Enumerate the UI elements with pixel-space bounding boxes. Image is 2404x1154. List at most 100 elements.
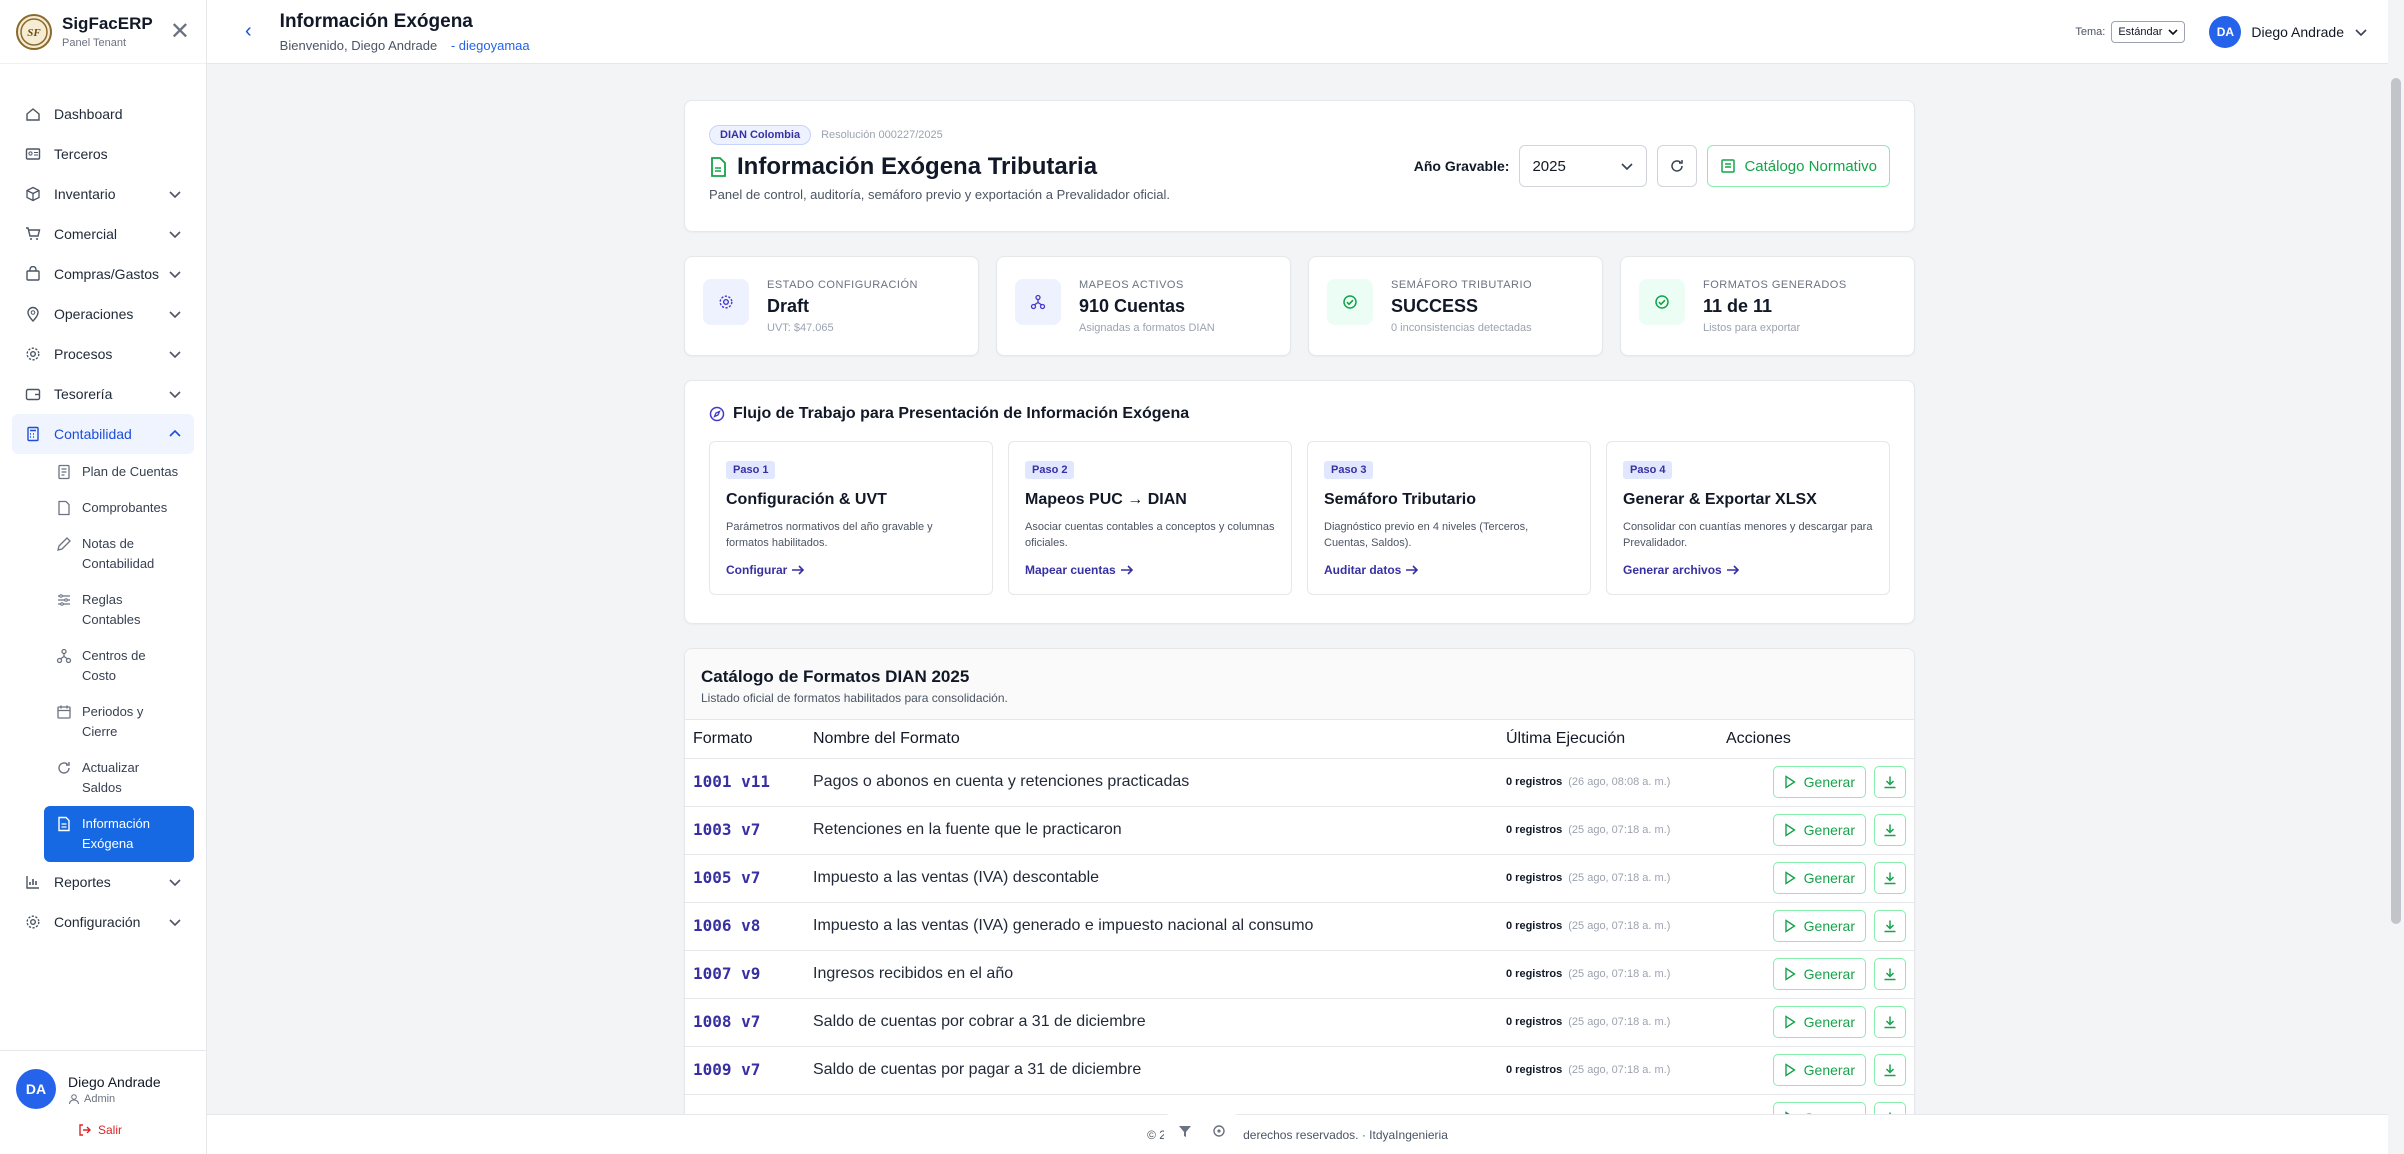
table-row: 1001 v11 Pagos o abonos en cuenta y reten… [685, 758, 1914, 807]
table-header-row: Formato Nombre del Formato Última Ejecuc… [685, 720, 1914, 759]
sidebar: SF SigFacERP Panel Tenant ✕ Dashboard Ter… [0, 0, 207, 1154]
sidebar-subitem-centros-de-costo[interactable]: Centros de Costo [44, 638, 194, 694]
step-title: Configuración & UVT [726, 491, 887, 508]
stat-card-formatos-generados: FORMATOS GENERADOS 11 de 11 Listos para ex… [1620, 256, 1915, 356]
generate-button[interactable]: Generar [1772, 862, 1866, 894]
record-count: 0 registros [1506, 1016, 1563, 1028]
step-link[interactable]: Auditar datos [1324, 563, 1574, 577]
sidebar-item-compras-gastos[interactable]: Compras/Gastos [0, 254, 206, 294]
format-name: Retenciones en la fuente que le practica… [805, 806, 1498, 855]
sidebar-item-operaciones[interactable]: Operaciones [0, 294, 206, 334]
download-button[interactable] [1874, 766, 1906, 798]
target-icon[interactable] [1202, 1117, 1236, 1145]
catalog-button[interactable]: Catálogo Normativo [1707, 145, 1890, 187]
page-scrollbar[interactable] [2388, 64, 2404, 1114]
step-link[interactable]: Configurar [726, 563, 976, 577]
sidebar-subitem-label: Centros de Costo [82, 648, 146, 683]
filter-icon[interactable] [1168, 1117, 1202, 1145]
download-icon [1883, 823, 1897, 837]
stat-value: 910 Cuentas [1079, 296, 1186, 316]
sidebar-subitem-informacion-exogena[interactable]: Información Exógena [44, 806, 194, 862]
play-icon [1784, 967, 1796, 981]
year-select-value: 2025 [1532, 157, 1566, 175]
arrow-right-icon [787, 564, 805, 576]
download-icon [1883, 919, 1897, 933]
wallet-icon [24, 385, 42, 403]
theme-select[interactable]: Estándar [2111, 20, 2186, 43]
home-icon [24, 105, 42, 123]
stat-subtext: Listos para exportar [1703, 322, 1801, 334]
user-handle-link[interactable]: - diegoyamaa [451, 38, 530, 53]
chevron-down-icon [168, 347, 182, 361]
catalog-subtitle: Listado oficial de formatos habilitados … [701, 691, 1008, 705]
sidebar-item-comercial[interactable]: Comercial [0, 214, 206, 254]
table-row: 1008 v7 Saldo de cuentas por cobrar a 31 … [685, 998, 1914, 1047]
sidebar-subitem-plan-de-cuentas[interactable]: Plan de Cuentas [44, 454, 194, 490]
header-avatar[interactable]: DA [2209, 15, 2242, 48]
generate-button[interactable]: Generar [1772, 1054, 1866, 1086]
sidebar-subitem-actualizar-saldos[interactable]: Actualizar Saldos [44, 750, 194, 806]
stat-value: 11 de 11 [1703, 296, 1773, 316]
sidebar-subitem-notas-de-contabilidad[interactable]: Notas de Contabilidad [44, 526, 194, 582]
sidebar-item-reportes[interactable]: Reportes [0, 862, 206, 902]
workflow-card: Flujo de Trabajo para Presentación de In… [684, 380, 1915, 624]
cart-icon [24, 225, 42, 243]
logout-button[interactable]: Salir [16, 1123, 190, 1137]
download-button[interactable] [1874, 910, 1906, 942]
scrollbar-thumb[interactable] [2391, 78, 2401, 924]
year-select[interactable]: 2025 [1519, 145, 1648, 187]
step-description: Parámetros normativos del año gravable y… [726, 521, 933, 549]
download-button[interactable] [1874, 958, 1906, 990]
chevron-down-icon [168, 227, 182, 241]
sidebar-item-terceros[interactable]: Terceros [0, 134, 206, 174]
sidebar-item-procesos[interactable]: Procesos [0, 334, 206, 374]
sidebar-subitem-label: Periodos y Cierre [82, 704, 144, 739]
generate-button[interactable]: Generar [1772, 766, 1866, 798]
user-icon [69, 1093, 79, 1104]
download-button[interactable] [1874, 814, 1906, 846]
play-icon [1784, 1015, 1796, 1029]
file-icon [56, 816, 72, 832]
sidebar-item-inventario[interactable]: Inventario [0, 174, 206, 214]
pin-icon [24, 305, 42, 323]
catalog-card: Catálogo de Formatos DIAN 2025 Listado o… [684, 648, 1915, 1128]
generate-button[interactable]: Generar [1772, 1006, 1866, 1038]
sidebar-subitem-reglas-contables[interactable]: Reglas Contables [44, 582, 194, 638]
download-button[interactable] [1874, 1054, 1906, 1086]
header-user-name[interactable]: Diego Andrade [2251, 24, 2344, 40]
gear-icon [24, 345, 42, 363]
play-icon [1784, 823, 1796, 837]
generate-button[interactable]: Generar [1772, 958, 1866, 990]
generate-button[interactable]: Generar [1772, 814, 1866, 846]
theme-select-value: Estándar [2118, 25, 2163, 38]
close-sidebar-icon[interactable]: ✕ [170, 19, 190, 44]
back-chevron-icon[interactable]: ‹ [245, 20, 252, 43]
download-button[interactable] [1874, 1006, 1906, 1038]
step-link-label: Auditar datos [1324, 563, 1402, 577]
main-content: DIAN Colombia Resolución 000227/2025 Inf… [684, 100, 1915, 1128]
step-title: Mapeos PUC → DIAN [1025, 491, 1187, 508]
sidebar-subitem-comprobantes[interactable]: Comprobantes [44, 490, 194, 526]
sidebar-item-dashboard[interactable]: Dashboard [0, 94, 206, 134]
step-link[interactable]: Mapear cuentas [1025, 563, 1275, 577]
user-avatar[interactable]: DA [16, 1069, 56, 1109]
receipt-icon [56, 500, 72, 516]
download-button[interactable] [1874, 862, 1906, 894]
stat-subtext: Asignadas a formatos DIAN [1079, 322, 1215, 334]
stat-label: SEMÁFORO TRIBUTARIO [1391, 279, 1533, 291]
generate-button[interactable]: Generar [1772, 910, 1866, 942]
workflow-step: Paso 3 Semáforo Tributario Diagnóstico pre… [1307, 441, 1591, 595]
sidebar-item-contabilidad[interactable]: Contabilidad [12, 414, 194, 454]
step-link[interactable]: Generar archivos [1623, 563, 1873, 577]
catalog-button-label: Catálogo Normativo [1744, 157, 1877, 175]
page-footer: © 2026 Todos los derechos reservados. · … [207, 1114, 2388, 1154]
refresh-button[interactable] [1657, 145, 1698, 187]
sidebar-item-tesoreria[interactable]: Tesorería [0, 374, 206, 414]
stat-subtext: 0 inconsistencias detectadas [1391, 322, 1532, 334]
resolution-text: Resolución 000227/2025 [821, 129, 943, 141]
sidebar-subitem-label: Información Exógena [82, 816, 150, 851]
sidebar-item-configuracion[interactable]: Configuración [0, 902, 206, 942]
user-menu-chevron-icon[interactable] [2354, 25, 2368, 39]
brand-name: SigFacERP [62, 14, 153, 33]
sidebar-subitem-periodos-y-cierre[interactable]: Periodos y Cierre [44, 694, 194, 750]
